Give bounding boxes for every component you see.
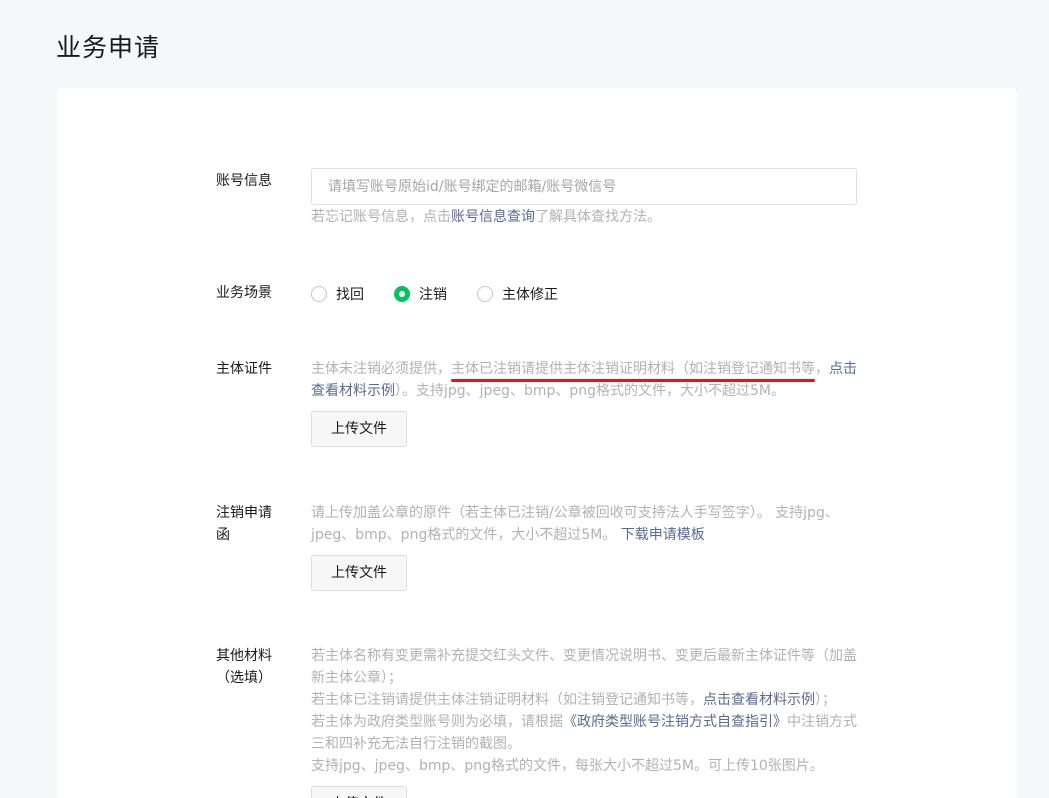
other-line2-suffix: ）； xyxy=(815,692,836,708)
other-line3-prefix: 若主体为政府类型账号则为必填，请根据 xyxy=(311,714,563,730)
other-tip-line1: 若主体名称有变更需补充提交红头文件、变更情况说明书、变更后最新主体证件等（加盖新… xyxy=(311,648,857,686)
other-line2-prefix: 若主体已注销请提供主体注销证明材料（如注销登记通知书等， xyxy=(311,692,703,708)
letter-tip: 请上传加盖公章的原件（若主体已注销/公章被回收可支持法人手写签字）。 支持jpg… xyxy=(311,502,857,546)
radio-retrieve[interactable]: 找回 xyxy=(311,284,364,304)
download-template-link[interactable]: 下载申请模板 xyxy=(621,527,705,543)
account-lookup-link[interactable]: 账号信息查询 xyxy=(451,209,535,225)
letter-upload-button[interactable]: 上传文件 xyxy=(311,555,407,591)
cert-tip-part3: ， xyxy=(815,361,829,377)
cert-label: 主体证件 xyxy=(216,361,272,377)
cert-upload-button[interactable]: 上传文件 xyxy=(311,411,407,447)
letter-field: 请上传加盖公章的原件（若主体已注销/公章被回收可支持法人手写签字）。 支持jpg… xyxy=(311,502,857,591)
other-tip-line2: 若主体已注销请提供主体注销证明材料（如注销登记通知书等，点击查看材料示例）； xyxy=(311,689,857,711)
radio-cancel-label: 注销 xyxy=(419,287,447,303)
radio-circle-icon xyxy=(477,286,493,302)
cert-tip: 主体未注销必须提供，主体已注销请提供主体注销证明材料（如注销登记通知书等 ，点击查… xyxy=(311,358,857,402)
other-label: 其他材料（选填） xyxy=(216,648,272,686)
scene-radio-group: 找回 注销 主体修正 xyxy=(311,278,857,305)
radio-subject-correction-label: 主体修正 xyxy=(502,287,558,303)
cert-tip-part4: ）。支持jpg、jpeg、bmp、png格式的文件，大小不超过5M。 xyxy=(395,383,785,399)
gov-guide-link[interactable]: 《政府类型账号注销方式自查指引》 xyxy=(563,714,787,730)
cert-tip-highlight: 主体已注销请提供主体注销证明材料（如注销登记通知书等 xyxy=(451,361,815,382)
red-underline-annotation xyxy=(451,379,815,382)
cert-tip-part2: 主体已注销请提供主体注销证明材料（如注销登记通知书等 xyxy=(451,361,815,377)
cert-tip-part1: 主体未注销必须提供， xyxy=(311,361,451,377)
account-label: 账号信息 xyxy=(216,173,272,189)
cert-field: 主体未注销必须提供，主体已注销请提供主体注销证明材料（如注销登记通知书等 ，点击查… xyxy=(311,358,857,447)
radio-circle-icon xyxy=(311,286,327,302)
other-tip-line4: 支持jpg、jpeg、bmp、png格式的文件，每张大小不超过5M。可上传10张… xyxy=(311,758,824,774)
account-tip-suffix: 了解具体查找方法。 xyxy=(535,209,661,225)
form-card: 账号信息 若忘记账号信息，点击账号信息查询了解具体查找方法。 业务场景 找回 注… xyxy=(57,88,1017,798)
scene-label: 业务场景 xyxy=(216,285,272,301)
other-field: 若主体名称有变更需补充提交红头文件、变更情况说明书、变更后最新主体证件等（加盖新… xyxy=(311,645,857,798)
page-title: 业务申请 xyxy=(56,33,161,62)
letter-label: 注销申请函 xyxy=(216,505,272,543)
radio-cancel[interactable]: 注销 xyxy=(394,284,447,304)
account-input[interactable] xyxy=(311,168,857,205)
account-tip-prefix: 若忘记账号信息，点击 xyxy=(311,209,451,225)
account-tip: 若忘记账号信息，点击账号信息查询了解具体查找方法。 xyxy=(311,206,857,228)
other-tip-line3: 若主体为政府类型账号则为必填，请根据《政府类型账号注销方式自查指引》中注销方式三… xyxy=(311,711,857,755)
radio-subject-correction[interactable]: 主体修正 xyxy=(477,284,558,304)
account-field: 若忘记账号信息，点击账号信息查询了解具体查找方法。 xyxy=(311,168,857,228)
other-example-link[interactable]: 点击查看材料示例 xyxy=(703,692,815,708)
radio-checked-icon xyxy=(394,286,410,302)
other-upload-button[interactable]: 上传文件 xyxy=(311,786,407,798)
letter-tip-text: 请上传加盖公章的原件（若主体已注销/公章被回收可支持法人手写签字）。 支持jpg… xyxy=(311,505,839,543)
radio-retrieve-label: 找回 xyxy=(336,287,364,303)
